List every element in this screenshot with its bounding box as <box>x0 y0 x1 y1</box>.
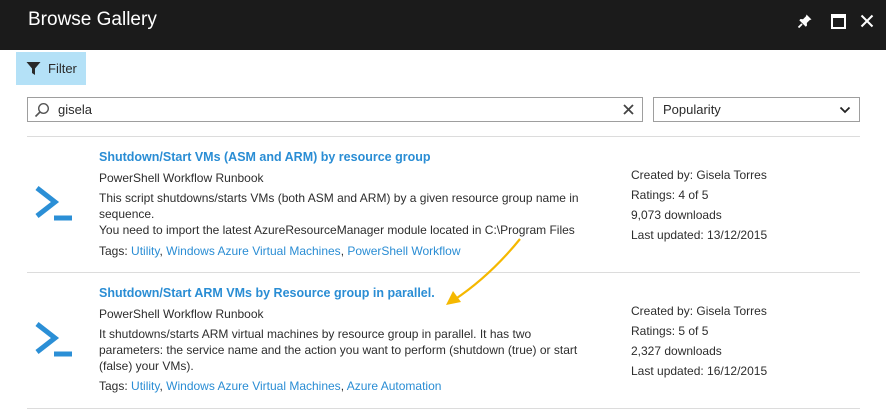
tag-link[interactable]: Azure Automation <box>347 379 442 393</box>
last-updated: Last updated: 13/12/2015 <box>631 228 768 242</box>
created-by: Created by: Gisela Torres <box>631 168 767 182</box>
description-line: sequence. <box>99 207 155 221</box>
ratings: Ratings: 4 of 5 <box>631 188 709 202</box>
search-input[interactable] <box>58 98 618 121</box>
description-line: It shutdowns/starts ARM virtual machines… <box>99 327 532 341</box>
description-line: (false) your VMs). <box>99 359 194 373</box>
powershell-icon <box>35 186 72 221</box>
result-title[interactable]: Shutdown/Start VMs (ASM and ARM) by reso… <box>99 150 431 164</box>
ratings: Ratings: 5 of 5 <box>631 324 709 338</box>
downloads: 9,073 downloads <box>631 208 722 222</box>
divider <box>27 408 860 409</box>
tag-link[interactable]: Windows Azure Virtual Machines <box>166 244 341 258</box>
pin-icon <box>797 14 812 29</box>
created-by: Created by: Gisela Torres <box>631 304 767 318</box>
pin-button[interactable] <box>792 8 818 34</box>
result-metadata: Created by: Gisela Torres Ratings: 4 of … <box>631 165 767 245</box>
powershell-icon <box>35 322 72 357</box>
downloads: 2,327 downloads <box>631 344 722 358</box>
description-line: parameters: the service name and the act… <box>99 343 578 357</box>
filter-label: Filter <box>48 61 77 76</box>
annotation-arrow-icon <box>446 238 521 305</box>
sort-dropdown[interactable]: Popularity <box>653 97 860 122</box>
result-metadata: Created by: Gisela Torres Ratings: 5 of … <box>631 301 767 381</box>
filter-button[interactable]: Filter <box>16 52 86 85</box>
tags-label: Tags: <box>99 379 128 393</box>
close-button[interactable] <box>854 8 880 34</box>
tag-link[interactable]: Windows Azure Virtual Machines <box>166 379 341 393</box>
result-type: PowerShell Workflow Runbook <box>99 171 264 185</box>
filter-icon <box>26 62 41 75</box>
result-description: This script shutdowns/starts VMs (both A… <box>99 190 599 238</box>
maximize-icon <box>830 13 846 29</box>
search-icon <box>34 102 50 118</box>
tags-label: Tags: <box>99 244 128 258</box>
maximize-button[interactable] <box>825 8 851 34</box>
result-description: It shutdowns/starts ARM virtual machines… <box>99 326 599 374</box>
result-title[interactable]: Shutdown/Start ARM VMs by Resource group… <box>99 286 435 300</box>
result-type: PowerShell Workflow Runbook <box>99 307 264 321</box>
sort-selected-value: Popularity <box>663 102 721 117</box>
tag-link[interactable]: Utility <box>131 379 159 393</box>
description-line: This script shutdowns/starts VMs (both A… <box>99 191 579 205</box>
last-updated: Last updated: 16/12/2015 <box>631 364 768 378</box>
chevron-down-icon <box>839 106 851 114</box>
clear-icon[interactable] <box>621 102 636 117</box>
result-tags: Tags: Utility, Windows Azure Virtual Mac… <box>99 244 461 258</box>
command-bar: Filter <box>0 50 886 90</box>
search-box <box>27 97 643 122</box>
close-icon <box>860 14 874 28</box>
title-bar: Browse Gallery <box>0 0 886 50</box>
tag-link[interactable]: Utility <box>131 244 159 258</box>
result-tags: Tags: Utility, Windows Azure Virtual Mac… <box>99 379 442 393</box>
window-title: Browse Gallery <box>28 9 157 30</box>
